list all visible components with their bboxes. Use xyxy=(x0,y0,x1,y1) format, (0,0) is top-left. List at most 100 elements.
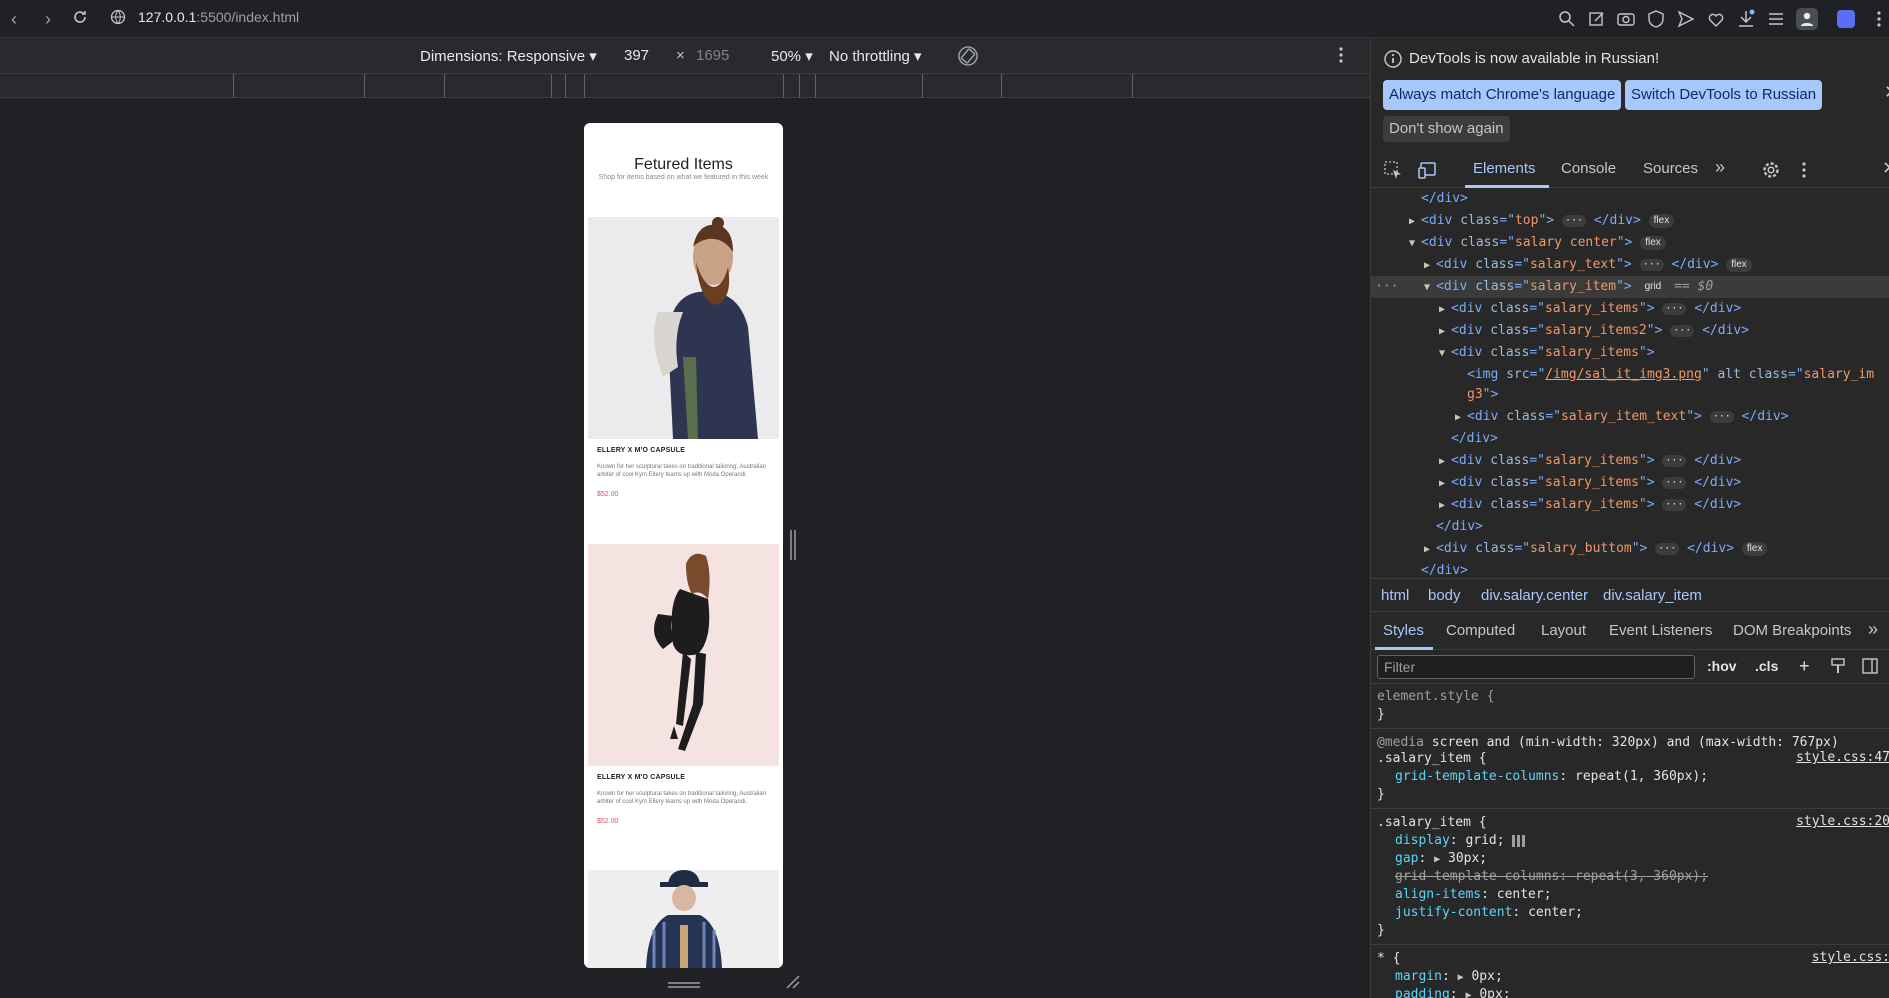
page-preview: Fetured Items Shop for items based on wh… xyxy=(584,123,783,968)
resize-handle-corner[interactable] xyxy=(785,974,801,990)
hov-toggle[interactable]: :hov xyxy=(1707,658,1737,674)
dont-show-again-button[interactable]: Don't show again xyxy=(1383,116,1510,142)
tab-styles[interactable]: Styles xyxy=(1383,622,1424,639)
style-source-link[interactable]: style.css: xyxy=(1812,950,1889,965)
throttling-dropdown[interactable]: No throttling ▾ xyxy=(829,47,922,65)
tab-layout[interactable]: Layout xyxy=(1541,622,1586,639)
camera-icon[interactable] xyxy=(1615,8,1637,30)
dom-line[interactable]: ▶ <div class="salary_buttom"> ··· </div>… xyxy=(1424,538,1768,560)
close-devtools-icon[interactable]: ✕ xyxy=(1882,158,1889,179)
cls-toggle[interactable]: .cls xyxy=(1755,658,1778,674)
style-source-link[interactable]: style.css:47 xyxy=(1796,750,1889,765)
inspect-icon[interactable] xyxy=(1383,160,1403,184)
sidebar-toggle-icon[interactable] xyxy=(1861,657,1879,680)
product-image-man-jacket[interactable] xyxy=(588,217,779,439)
height-input[interactable]: 1695 xyxy=(696,47,729,64)
download-icon[interactable] xyxy=(1735,8,1757,30)
tab-event-listeners[interactable]: Event Listeners xyxy=(1609,622,1712,639)
tab-sources[interactable]: Sources xyxy=(1643,160,1698,177)
address-bar[interactable]: 127.0.0.1:5500/index.html xyxy=(138,9,299,25)
style-source-link[interactable]: style.css:20 xyxy=(1796,814,1889,829)
dom-line[interactable]: <img src="/img/sal_it_img3.png" alt clas… xyxy=(1467,364,1874,386)
product-image-woman-suit[interactable] xyxy=(588,544,779,766)
chevron-down-icon: ▾ xyxy=(914,48,922,65)
style-declaration[interactable]: margin: ▶ 0px; xyxy=(1395,968,1503,986)
product-image-man-hat[interactable] xyxy=(588,870,779,968)
ruler-tick xyxy=(1001,74,1002,98)
style-rule-selector[interactable]: * { xyxy=(1377,950,1400,968)
zoom-dropdown[interactable]: 50% ▾ xyxy=(771,47,813,65)
switch-language-button[interactable]: Switch DevTools to Russian xyxy=(1625,80,1823,110)
back-icon[interactable]: ‹ xyxy=(2,7,26,31)
zoom-icon[interactable] xyxy=(1556,8,1578,30)
breadcrumb-html[interactable]: html xyxy=(1381,587,1409,604)
send-icon[interactable] xyxy=(1675,8,1697,30)
settings-gear-icon[interactable] xyxy=(1761,160,1781,184)
dom-line[interactable]: ▶ <div class="salary_item_text"> ··· </d… xyxy=(1455,406,1789,428)
devtools-menu-icon[interactable] xyxy=(1799,160,1809,184)
style-declaration[interactable]: display: grid; xyxy=(1395,832,1527,850)
dom-line[interactable]: ▶ <div class="salary_items2"> ··· </div> xyxy=(1439,320,1749,342)
dom-line[interactable]: ▶ <div class="salary_items"> ··· </div> xyxy=(1439,472,1741,494)
resize-handle-bottom[interactable] xyxy=(666,976,702,988)
styles-filter-input[interactable]: Filter xyxy=(1377,655,1695,679)
dom-line[interactable]: ▼ <div class="salary center"> flex xyxy=(1409,232,1666,254)
style-rule-selector[interactable]: .salary_item { xyxy=(1377,814,1487,832)
resize-handle-right[interactable] xyxy=(789,528,797,562)
dom-line-selected[interactable]: ··· ▼ <div class="salary_item"> grid == $… xyxy=(1371,276,1889,298)
breadcrumb-body[interactable]: body xyxy=(1428,587,1461,604)
styles-tabbar: Styles Computed Layout Event Listeners D… xyxy=(1371,612,1889,650)
tab-computed[interactable]: Computed xyxy=(1446,622,1515,639)
tab-dom-breakpoints[interactable]: DOM Breakpoints xyxy=(1733,622,1851,639)
product-description: Known for her sculptural takes on tradit… xyxy=(597,791,767,805)
rotate-icon[interactable] xyxy=(956,44,980,72)
style-rule-selector[interactable]: element.style { xyxy=(1377,688,1494,706)
style-declaration[interactable]: padding: ▶ 0px; xyxy=(1395,986,1511,998)
media-query-ruler[interactable] xyxy=(0,74,1370,98)
add-rule-icon[interactable]: + xyxy=(1799,656,1810,677)
dom-line[interactable]: </div> xyxy=(1436,516,1483,538)
dom-line[interactable]: ▶ <div class="top"> ··· </div> flex xyxy=(1409,210,1675,232)
dom-line[interactable]: ▶ <div class="salary_items"> ··· </div> xyxy=(1439,450,1741,472)
grid-editor-icon[interactable] xyxy=(1512,834,1527,847)
site-info-icon[interactable] xyxy=(110,9,126,25)
breadcrumb-salary-item[interactable]: div.salary_item xyxy=(1603,587,1702,604)
chevron-down-icon: ▾ xyxy=(589,48,597,65)
breadcrumb-salary-center[interactable]: div.salary.center xyxy=(1481,587,1588,604)
styles-filter-row: Filter :hov .cls + xyxy=(1371,650,1889,684)
tab-elements[interactable]: Elements xyxy=(1473,160,1536,177)
dom-line[interactable]: ▼ <div class="salary_items"> xyxy=(1439,342,1655,364)
device-toggle-icon[interactable] xyxy=(1417,160,1437,184)
close-infobar-icon[interactable]: ✕ xyxy=(1884,82,1889,103)
style-rule-selector[interactable]: .salary_item { xyxy=(1377,750,1487,768)
edit-icon[interactable] xyxy=(1586,8,1608,30)
menu-list-icon[interactable] xyxy=(1765,8,1787,30)
paint-icon[interactable] xyxy=(1829,657,1847,680)
profile-icon[interactable] xyxy=(1796,8,1818,30)
more-options-icon[interactable] xyxy=(1334,44,1348,70)
style-declaration-overridden[interactable]: grid-template-columns: repeat(3, 360px); xyxy=(1395,868,1708,886)
heart-icon[interactable] xyxy=(1705,8,1727,30)
width-input[interactable]: 397 xyxy=(624,47,649,64)
style-declaration[interactable]: gap: ▶ 30px; xyxy=(1395,850,1487,868)
shield-icon[interactable] xyxy=(1645,8,1667,30)
reload-icon[interactable] xyxy=(68,7,92,31)
forward-icon[interactable]: › xyxy=(36,7,60,31)
more-icon[interactable] xyxy=(1868,8,1889,30)
dom-line[interactable]: </div> xyxy=(1421,560,1468,578)
dimensions-dropdown[interactable]: Dimensions: Responsive ▾ xyxy=(420,47,597,65)
match-language-button[interactable]: Always match Chrome's language xyxy=(1383,80,1622,110)
style-declaration[interactable]: grid-template-columns: repeat(1, 360px); xyxy=(1395,768,1708,786)
style-declaration[interactable]: align-items: center; xyxy=(1395,886,1552,904)
tab-console[interactable]: Console xyxy=(1561,160,1616,177)
dom-line[interactable]: ▶ <div class="salary_text"> ··· </div> f… xyxy=(1424,254,1752,276)
extension-icon[interactable] xyxy=(1837,10,1855,28)
dom-line[interactable]: ▶ <div class="salary_items"> ··· </div> xyxy=(1439,494,1741,516)
more-tabs-icon[interactable]: » xyxy=(1868,619,1878,640)
dom-line[interactable]: </div> xyxy=(1451,428,1498,450)
dom-line[interactable]: </div> xyxy=(1421,188,1468,210)
dom-line[interactable]: ▶ <div class="salary_items"> ··· </div> xyxy=(1439,298,1741,320)
dom-line[interactable]: g3"> xyxy=(1467,384,1498,406)
more-tabs-icon[interactable]: » xyxy=(1715,157,1725,178)
style-declaration[interactable]: justify-content: center; xyxy=(1395,904,1583,922)
